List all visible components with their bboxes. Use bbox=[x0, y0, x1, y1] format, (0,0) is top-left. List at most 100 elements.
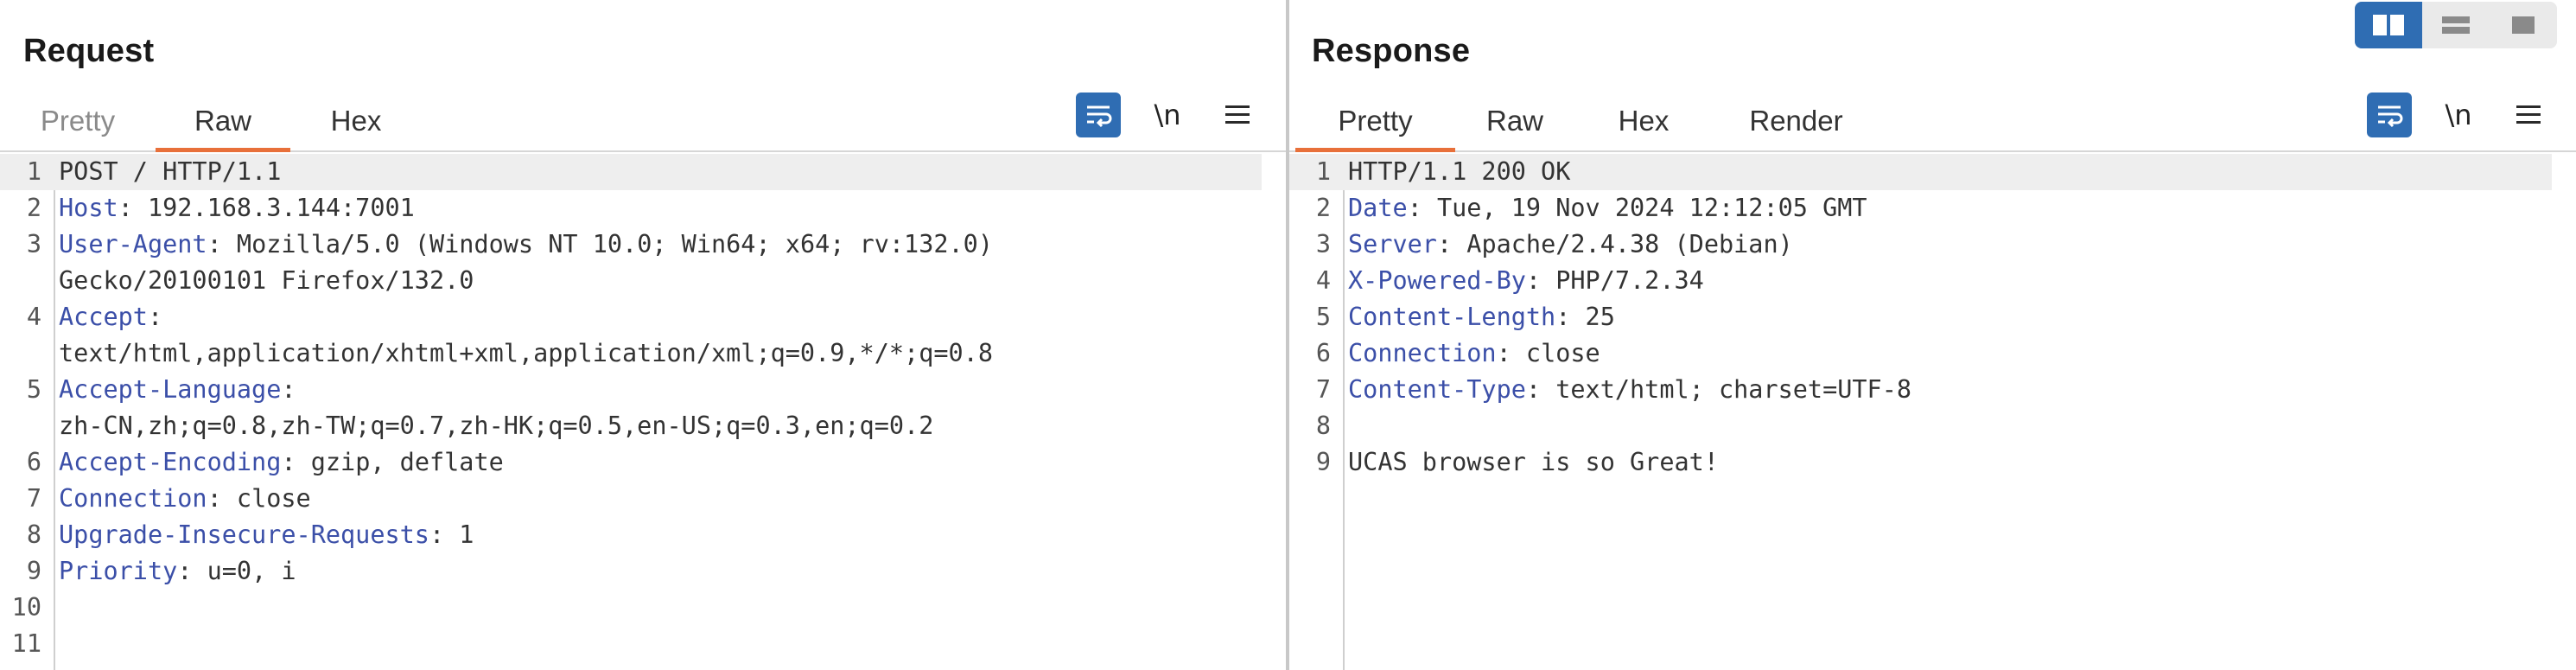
header-value: 1 bbox=[459, 520, 474, 549]
line-number: 7 bbox=[26, 484, 41, 513]
hamburger-menu-icon bbox=[1225, 105, 1250, 124]
header-value: Mozilla/5.0 (Windows NT 10.0; Win64; x64… bbox=[236, 230, 994, 258]
line-content: Content-Length: 25 bbox=[1348, 299, 1615, 335]
line-content: Host: 192.168.3.144:7001 bbox=[59, 190, 415, 227]
layout-side-by-side-button[interactable] bbox=[2355, 2, 2422, 48]
line-content: Date: Tue, 19 Nov 2024 12:12:05 GMT bbox=[1348, 190, 1867, 227]
line-number: 11 bbox=[11, 629, 41, 658]
show-newlines-button[interactable]: \n bbox=[2437, 93, 2480, 137]
line-number: 6 bbox=[26, 448, 41, 476]
line-number: 9 bbox=[26, 557, 41, 585]
request-line[interactable]: 7 Connection: close bbox=[0, 481, 1262, 517]
request-title: Request bbox=[23, 33, 155, 69]
tab-request-pretty[interactable]: Pretty bbox=[35, 102, 121, 150]
header-separator: : bbox=[1436, 230, 1467, 258]
header-separator: : bbox=[1525, 266, 1556, 295]
request-line[interactable]: 11 bbox=[0, 626, 1262, 662]
request-line[interactable]: 2 Host: 192.168.3.144:7001 bbox=[0, 190, 1262, 227]
header-name: Upgrade-Insecure-Requests bbox=[59, 520, 429, 549]
single-pane-layout-icon bbox=[2512, 16, 2535, 34]
tab-request-hex[interactable]: Hex bbox=[320, 102, 392, 150]
header-name: X-Powered-By bbox=[1348, 266, 1526, 295]
request-editor[interactable]: 1 POST / HTTP/1.1 2 Host: 192.168.3.144:700… bbox=[0, 154, 1286, 670]
header-value: text/html; charset=UTF-8 bbox=[1555, 375, 1912, 404]
response-title: Response bbox=[1312, 33, 1471, 69]
request-line[interactable]: 3 User-Agent: Mozilla/5.0 (Windows NT 10.… bbox=[0, 227, 1262, 263]
line-content: Priority: u=0, i bbox=[59, 553, 296, 590]
tab-response-hex[interactable]: Hex bbox=[1613, 102, 1674, 150]
line-content: Gecko/20100101 Firefox/132.0 bbox=[59, 266, 474, 295]
tab-response-raw[interactable]: Raw bbox=[1481, 102, 1549, 150]
line-number: 8 bbox=[1315, 412, 1331, 440]
header-name: Connection bbox=[59, 484, 207, 513]
request-line[interactable]: 9 Priority: u=0, i bbox=[0, 553, 1262, 590]
response-line[interactable]: 5 Content-Length: 25 bbox=[1289, 299, 2552, 335]
tab-response-render[interactable]: Render bbox=[1742, 102, 1850, 150]
header-separator: : bbox=[281, 375, 311, 404]
header-name: Accept-Encoding bbox=[59, 448, 282, 476]
line-content: Accept-Language: bbox=[59, 372, 311, 408]
layout-single-button[interactable] bbox=[2490, 2, 2557, 48]
line-number: 6 bbox=[1315, 339, 1331, 367]
header-separator: : bbox=[177, 557, 207, 585]
word-wrap-toggle-button[interactable] bbox=[1076, 93, 1121, 137]
request-line[interactable]: 4 Accept: bbox=[0, 299, 1262, 335]
line-number: 10 bbox=[11, 593, 41, 622]
header-name: Server bbox=[1348, 230, 1437, 258]
line-content: Connection: close bbox=[1348, 335, 1600, 372]
header-separator: : bbox=[429, 520, 460, 549]
response-editor[interactable]: 1 HTTP/1.1 200 OK 2 Date: Tue, 19 Nov 2024 … bbox=[1289, 154, 2576, 670]
response-line[interactable]: 4 X-Powered-By: PHP/7.2.34 bbox=[1289, 263, 2552, 299]
request-options-menu-button[interactable] bbox=[1220, 93, 1255, 137]
header-name: Host bbox=[59, 194, 118, 222]
response-line[interactable]: 3 Server: Apache/2.4.38 (Debian) bbox=[1289, 227, 2552, 263]
layout-top-bottom-button[interactable] bbox=[2422, 2, 2490, 48]
header-name: Priority bbox=[59, 557, 178, 585]
header-value: close bbox=[236, 484, 311, 513]
line-number: 4 bbox=[26, 303, 41, 331]
header-name: Accept bbox=[59, 303, 148, 331]
header-separator: : bbox=[118, 194, 148, 222]
line-content: Server: Apache/2.4.38 (Debian) bbox=[1348, 227, 1793, 263]
request-line[interactable]: zh-CN,zh;q=0.8,zh-TW;q=0.7,zh-HK;q=0.5,e… bbox=[0, 408, 1262, 444]
header-separator: : bbox=[281, 448, 311, 476]
header-value: u=0, i bbox=[207, 557, 296, 585]
response-line[interactable]: 9 UCAS browser is so Great! bbox=[1289, 444, 2552, 481]
response-line[interactable]: 7 Content-Type: text/html; charset=UTF-8 bbox=[1289, 372, 2552, 408]
response-line[interactable]: 2 Date: Tue, 19 Nov 2024 12:12:05 GMT bbox=[1289, 190, 2552, 227]
tab-request-raw[interactable]: Raw bbox=[156, 102, 290, 152]
request-line[interactable]: 6 Accept-Encoding: gzip, deflate bbox=[0, 444, 1262, 481]
request-line[interactable]: Gecko/20100101 Firefox/132.0 bbox=[0, 263, 1262, 299]
request-line[interactable]: 8 Upgrade-Insecure-Requests: 1 bbox=[0, 517, 1262, 553]
request-line[interactable]: 5 Accept-Language: bbox=[0, 372, 1262, 408]
request-line[interactable]: text/html,application/xhtml+xml,applicat… bbox=[0, 335, 1262, 372]
word-wrap-toggle-button[interactable] bbox=[2367, 93, 2412, 137]
header-separator: : bbox=[147, 303, 178, 331]
request-line[interactable]: 10 bbox=[0, 590, 1262, 626]
header-value: 192.168.3.144:7001 bbox=[147, 194, 415, 222]
header-name: Date bbox=[1348, 194, 1408, 222]
header-value: gzip, deflate bbox=[310, 448, 504, 476]
line-number: 8 bbox=[26, 520, 41, 549]
line-content: Accept-Encoding: gzip, deflate bbox=[59, 444, 504, 481]
request-line[interactable]: 1 POST / HTTP/1.1 bbox=[0, 154, 1262, 190]
line-content: text/html,application/xhtml+xml,applicat… bbox=[59, 339, 993, 367]
line-number: 7 bbox=[1315, 375, 1331, 404]
line-content: zh-CN,zh;q=0.8,zh-TW;q=0.7,zh-HK;q=0.5,e… bbox=[59, 412, 934, 440]
header-separator: : bbox=[207, 484, 237, 513]
rows-layout-icon bbox=[2442, 16, 2470, 34]
response-line[interactable]: 6 Connection: close bbox=[1289, 335, 2552, 372]
header-name: User-Agent bbox=[59, 230, 207, 258]
line-number: 2 bbox=[26, 194, 41, 222]
show-newlines-button[interactable]: \n bbox=[1146, 93, 1189, 137]
line-content: HTTP/1.1 200 OK bbox=[1348, 157, 1571, 186]
tab-response-pretty[interactable]: Pretty bbox=[1295, 102, 1455, 152]
header-value: PHP/7.2.34 bbox=[1555, 266, 1704, 295]
header-value: close bbox=[1525, 339, 1600, 367]
line-content: Accept: bbox=[59, 299, 177, 335]
response-line[interactable]: 1 HTTP/1.1 200 OK bbox=[1289, 154, 2552, 190]
header-name: Accept-Language bbox=[59, 375, 282, 404]
response-options-menu-button[interactable] bbox=[2511, 93, 2546, 137]
response-line[interactable]: 8 bbox=[1289, 408, 2552, 444]
line-content: X-Powered-By: PHP/7.2.34 bbox=[1348, 263, 1704, 299]
